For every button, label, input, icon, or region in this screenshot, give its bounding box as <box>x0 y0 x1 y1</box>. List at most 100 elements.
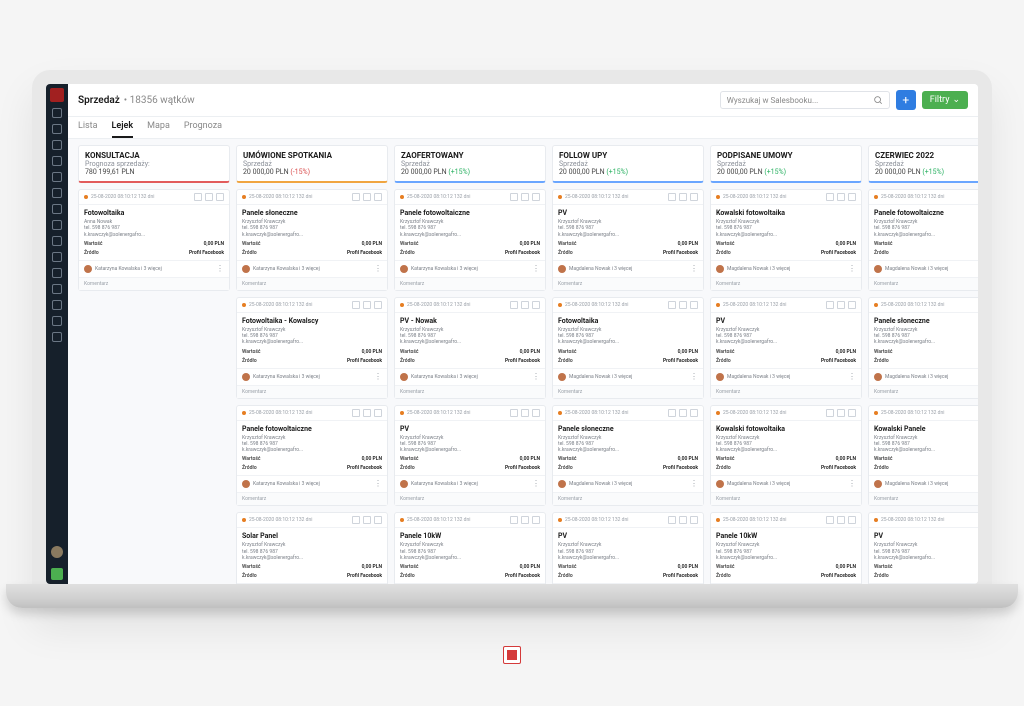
column-header[interactable]: KONSULTACJAPrognoza sprzedaży:780 199,61… <box>78 145 230 183</box>
column-header[interactable]: FOLLOW UPYSprzedaż20 000,00 PLN (+15%) <box>552 145 704 183</box>
clock-icon[interactable] <box>837 409 845 417</box>
clipboard-icon[interactable] <box>826 516 834 524</box>
app-logo[interactable] <box>50 88 64 102</box>
clock-icon[interactable] <box>521 409 529 417</box>
clipboard-icon[interactable] <box>352 516 360 524</box>
deal-card[interactable]: 25-08-2020 08:10:12 132 dniPanele 10kWKr… <box>394 512 546 584</box>
clock-icon[interactable] <box>679 516 687 524</box>
column-header[interactable]: UMÓWIONE SPOTKANIASprzedaż20 000,00 PLN … <box>236 145 388 183</box>
deal-card[interactable]: 25-08-2020 08:10:12 132 dniPanele fotowo… <box>394 189 546 291</box>
search-input[interactable]: Wyszukaj w Salesbooku... <box>720 91 890 109</box>
calendar-icon[interactable] <box>690 301 698 309</box>
calendar-icon[interactable] <box>374 409 382 417</box>
clipboard-icon[interactable] <box>826 409 834 417</box>
clock-icon[interactable] <box>679 409 687 417</box>
calendar-icon[interactable] <box>848 301 856 309</box>
card-comment[interactable]: Komentarz <box>237 277 387 290</box>
calendar-icon[interactable] <box>690 409 698 417</box>
card-comment[interactable]: Komentarz <box>711 492 861 505</box>
clock-icon[interactable] <box>521 516 529 524</box>
column-header[interactable]: PODPISANE UMOWYSprzedaż20 000,00 PLN (+1… <box>710 145 862 183</box>
calendar-icon[interactable] <box>374 193 382 201</box>
deal-card[interactable]: 25-08-2020 08:10:12 132 dniKowalski Pane… <box>868 405 978 507</box>
deal-card[interactable]: 25-08-2020 08:10:12 132 dniKowalski foto… <box>710 189 862 291</box>
deal-card[interactable]: 25-08-2020 08:10:12 132 dniPV - NowakKrz… <box>394 297 546 399</box>
nav-icon[interactable] <box>52 188 62 198</box>
nav-icon[interactable] <box>52 300 62 310</box>
calendar-icon[interactable] <box>848 193 856 201</box>
column-header[interactable]: CZERWIEC 2022Sprzedaż20 000,00 PLN (+15%… <box>868 145 978 183</box>
nav-icon[interactable] <box>52 156 62 166</box>
nav-icon[interactable] <box>52 108 62 118</box>
deal-card[interactable]: 25-08-2020 08:10:12 132 dniPVKrzysztof K… <box>552 189 704 291</box>
card-comment[interactable]: Komentarz <box>869 277 978 290</box>
kanban-board[interactable]: KONSULTACJAPrognoza sprzedaży:780 199,61… <box>68 139 978 584</box>
card-comment[interactable]: Komentarz <box>395 277 545 290</box>
deal-card[interactable]: 25-08-2020 08:10:12 132 dniPVKrzysztof K… <box>710 297 862 399</box>
deal-card[interactable]: 25-08-2020 08:10:12 132 dniPanele fotowo… <box>868 189 978 291</box>
clock-icon[interactable] <box>205 193 213 201</box>
card-comment[interactable]: Komentarz <box>869 385 978 398</box>
clipboard-icon[interactable] <box>510 193 518 201</box>
card-comment[interactable]: Komentarz <box>395 385 545 398</box>
clipboard-icon[interactable] <box>194 193 202 201</box>
card-comment[interactable]: Komentarz <box>237 385 387 398</box>
column-header[interactable]: ZAOFERTOWANYSprzedaż20 000,00 PLN (+15%) <box>394 145 546 183</box>
help-icon[interactable] <box>51 568 63 580</box>
deal-card[interactable]: 25-08-2020 08:10:12 132 dniSolar PanelKr… <box>236 512 388 584</box>
clock-icon[interactable] <box>521 301 529 309</box>
deal-card[interactable]: 25-08-2020 08:10:12 132 dniFotowoltaika … <box>236 297 388 399</box>
card-comment[interactable]: Komentarz <box>711 385 861 398</box>
deal-card[interactable]: 25-08-2020 08:10:12 132 dniFotowoltaikaK… <box>552 297 704 399</box>
deal-card[interactable]: 25-08-2020 08:10:12 132 dniPVKrzysztof K… <box>394 405 546 507</box>
calendar-icon[interactable] <box>532 516 540 524</box>
clock-icon[interactable] <box>363 516 371 524</box>
calendar-icon[interactable] <box>374 301 382 309</box>
clipboard-icon[interactable] <box>510 301 518 309</box>
calendar-icon[interactable] <box>848 516 856 524</box>
tab-lista[interactable]: Lista <box>78 121 98 138</box>
card-comment[interactable]: Komentarz <box>237 492 387 505</box>
deal-card[interactable]: 25-08-2020 08:10:12 132 dniKowalski foto… <box>710 405 862 507</box>
card-comment[interactable]: Komentarz <box>553 492 703 505</box>
clipboard-icon[interactable] <box>826 193 834 201</box>
card-comment[interactable]: Komentarz <box>79 277 229 290</box>
card-comment[interactable]: Komentarz <box>395 492 545 505</box>
clipboard-icon[interactable] <box>668 193 676 201</box>
calendar-icon[interactable] <box>690 516 698 524</box>
tab-lejek[interactable]: Lejek <box>112 121 134 138</box>
nav-icon[interactable] <box>52 172 62 182</box>
nav-icon[interactable] <box>52 332 62 342</box>
clipboard-icon[interactable] <box>668 516 676 524</box>
clock-icon[interactable] <box>521 193 529 201</box>
clock-icon[interactable] <box>837 301 845 309</box>
card-comment[interactable]: Komentarz <box>869 492 978 505</box>
nav-icon[interactable] <box>52 140 62 150</box>
clipboard-icon[interactable] <box>352 301 360 309</box>
nav-icon[interactable] <box>52 236 62 246</box>
deal-card[interactable]: 25-08-2020 08:10:12 132 dniPanele 10kWKr… <box>710 512 862 584</box>
clock-icon[interactable] <box>837 516 845 524</box>
calendar-icon[interactable] <box>374 516 382 524</box>
clipboard-icon[interactable] <box>510 516 518 524</box>
nav-icon[interactable] <box>52 268 62 278</box>
clock-icon[interactable] <box>837 193 845 201</box>
card-comment[interactable]: Komentarz <box>553 385 703 398</box>
deal-card[interactable]: 25-08-2020 08:10:12 132 dniPanele słonec… <box>552 405 704 507</box>
nav-icon[interactable] <box>52 316 62 326</box>
add-button[interactable]: + <box>896 90 916 110</box>
filters-button[interactable]: Filtry ⌄ <box>922 91 968 109</box>
nav-icon[interactable] <box>52 124 62 134</box>
clipboard-icon[interactable] <box>510 409 518 417</box>
deal-card[interactable]: 25-08-2020 08:10:12 132 dniPanele słonec… <box>868 297 978 399</box>
deal-card[interactable]: 25-08-2020 08:10:12 132 dniFotowoltaikaA… <box>78 189 230 291</box>
calendar-icon[interactable] <box>848 409 856 417</box>
clipboard-icon[interactable] <box>352 193 360 201</box>
tab-prognoza[interactable]: Prognoza <box>184 121 222 138</box>
card-comment[interactable]: Komentarz <box>711 277 861 290</box>
calendar-icon[interactable] <box>216 193 224 201</box>
clock-icon[interactable] <box>679 193 687 201</box>
calendar-icon[interactable] <box>532 193 540 201</box>
calendar-icon[interactable] <box>690 193 698 201</box>
clock-icon[interactable] <box>363 193 371 201</box>
